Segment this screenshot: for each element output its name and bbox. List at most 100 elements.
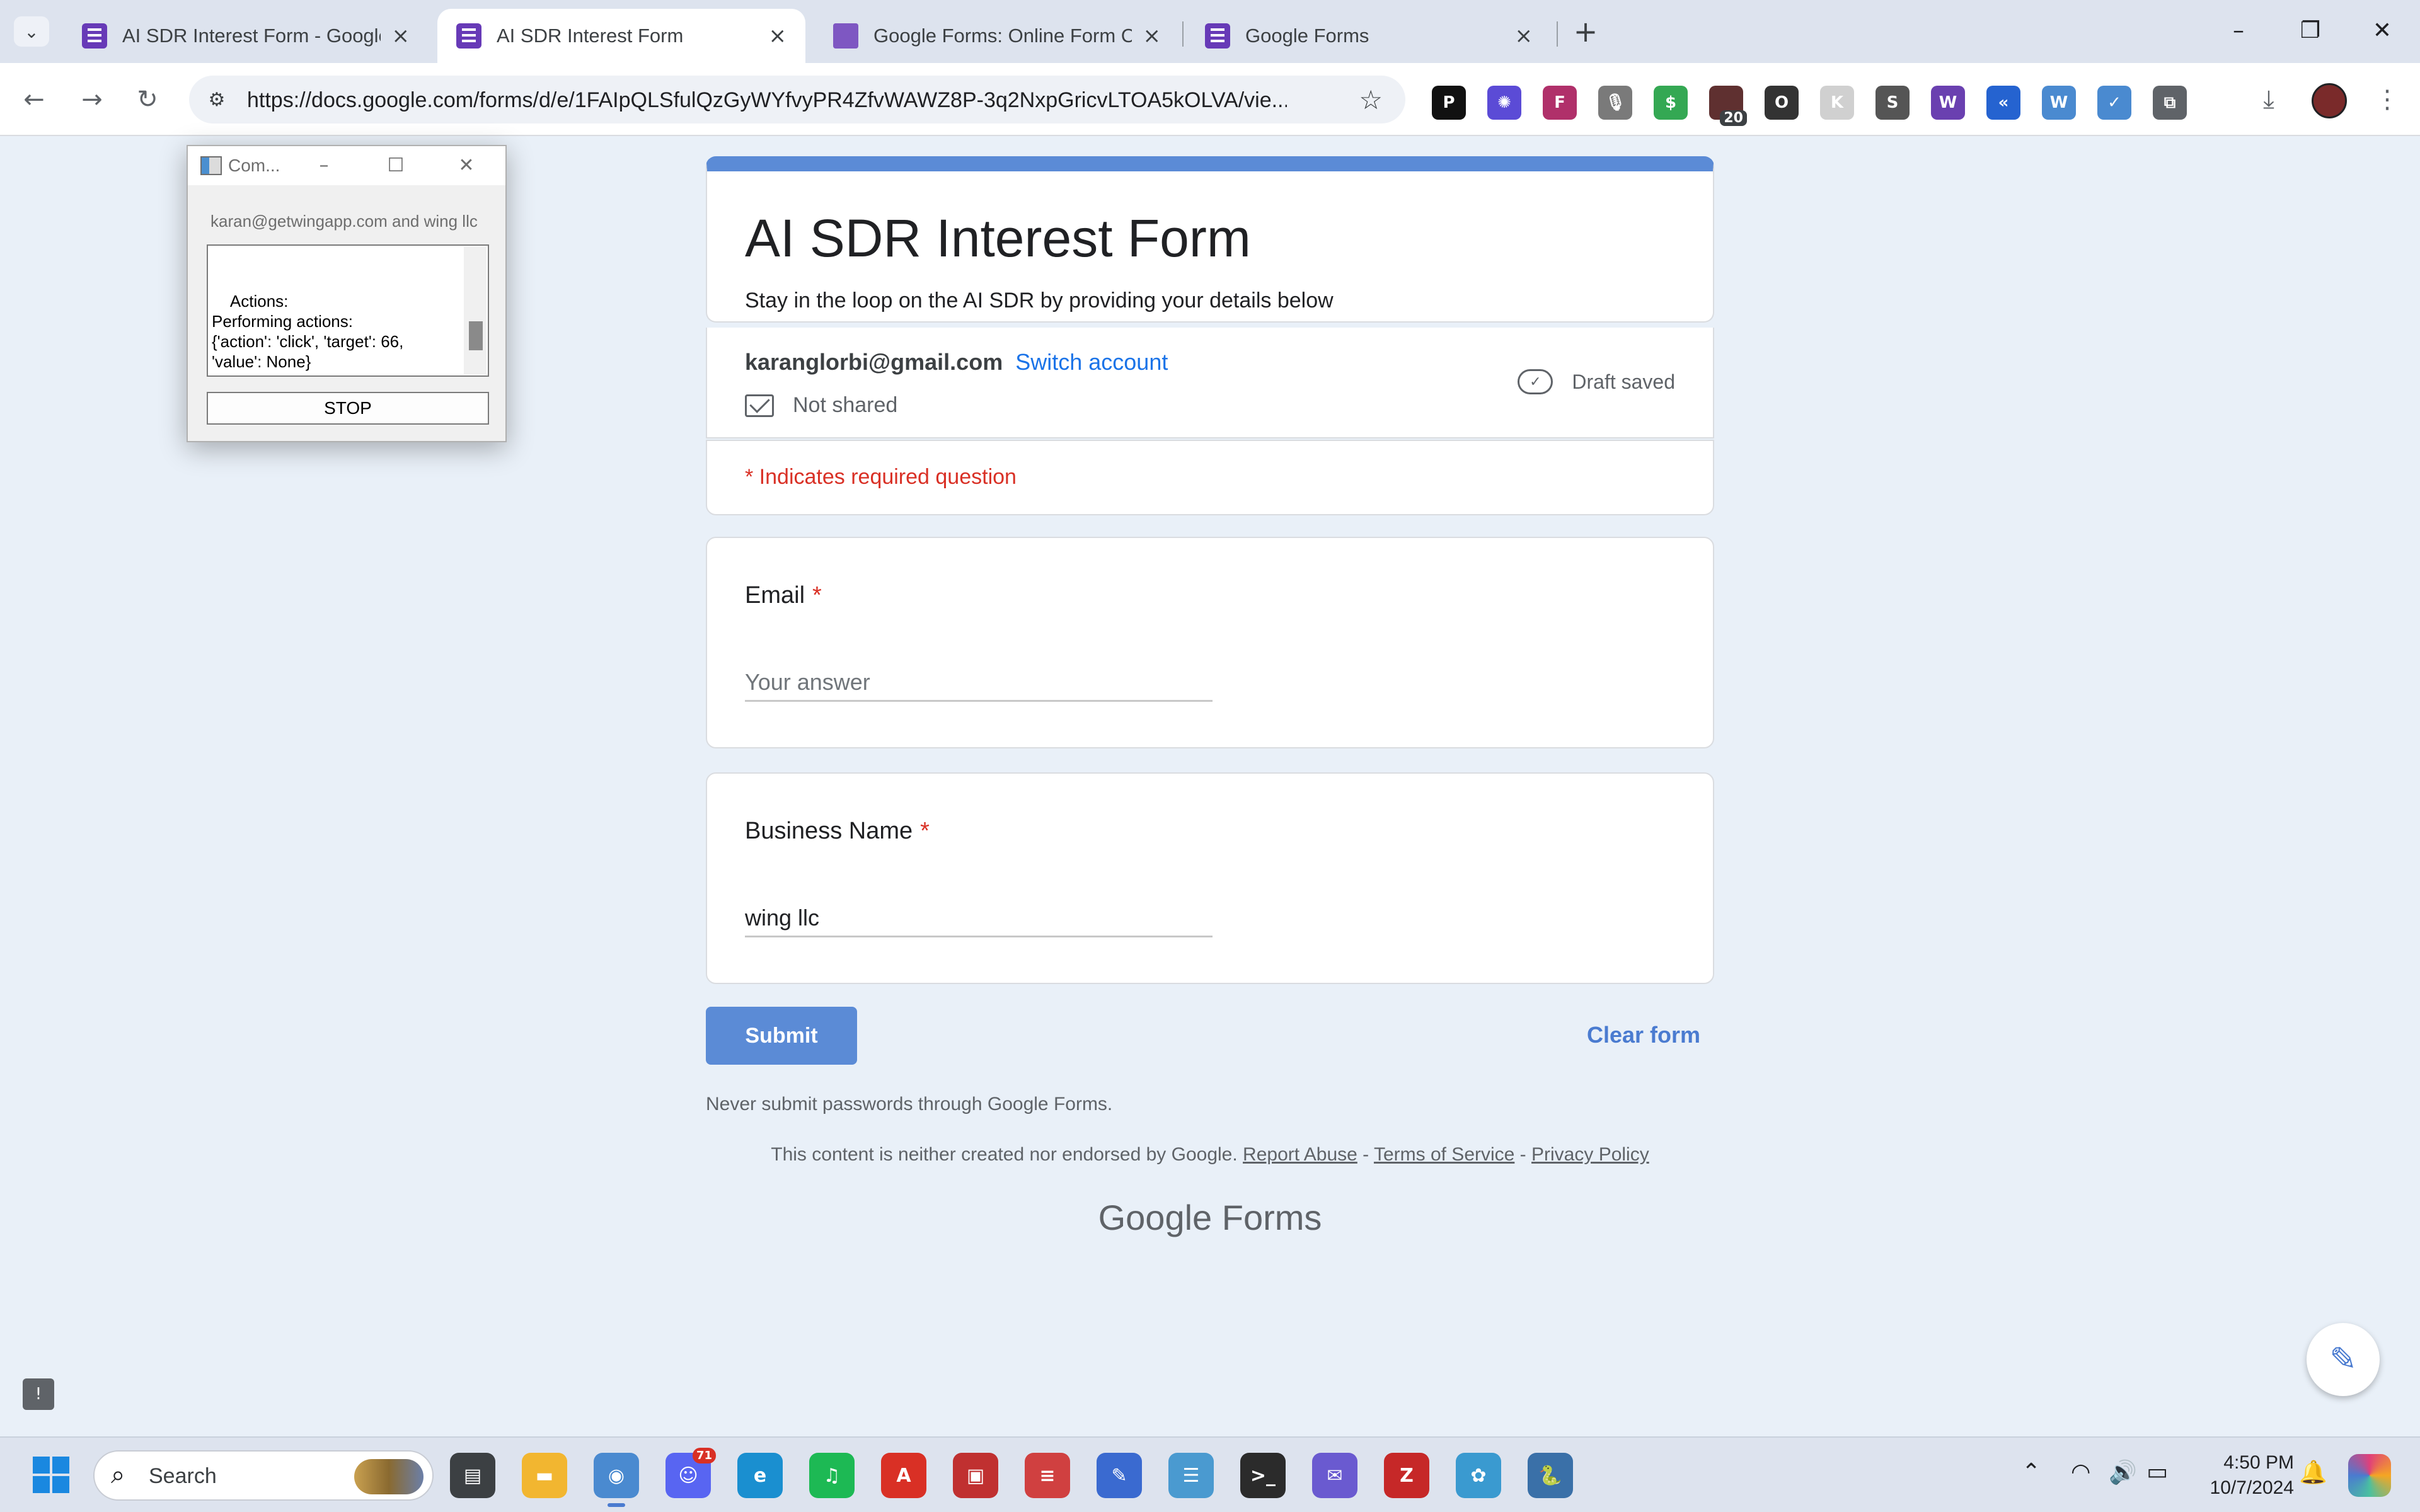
new-tab-button[interactable]: + [1568,14,1603,49]
reload-icon: ↻ [137,85,158,114]
question-label: Business Name * [745,818,930,845]
account-email: karanglorbi@gmail.com [745,349,1003,375]
business-name-field[interactable] [745,900,1213,937]
extension-icon[interactable]: F [1543,86,1577,120]
extension-icon[interactable]: « [1986,86,2020,120]
extension-icon[interactable]: P [1432,86,1466,120]
taskbar-app-acrobat[interactable]: A [881,1453,926,1498]
close-icon[interactable]: × [769,23,787,49]
site-info-icon[interactable]: ⚙ [204,87,229,112]
terms-link[interactable]: Terms of Service [1374,1144,1514,1165]
taskbar-app-app-mixed[interactable]: ✉ [1312,1453,1357,1498]
tab-ai-sdr-form-google[interactable]: AI SDR Interest Form - Google × [63,9,429,63]
notification-bell-icon[interactable]: 🔔 [2299,1459,2327,1486]
extension-icon[interactable]: K [1820,86,1854,120]
question-title: Email [745,582,805,609]
feedback-icon[interactable]: ! [23,1378,54,1410]
maximize-icon[interactable]: ☐ [377,152,415,178]
search-label: Search [149,1464,217,1488]
taskbar-app-app-blue[interactable]: ✎ [1097,1453,1142,1498]
extension-icon[interactable]: ⧉ [2153,86,2187,120]
extension-icon[interactable]: S [1876,86,1910,120]
url-text[interactable]: https://docs.google.com/forms/d/e/1FAIpQ… [247,88,1287,113]
minimize-icon[interactable]: – [305,152,343,178]
taskbar-app-notepad[interactable]: ☰ [1168,1453,1214,1498]
email-field[interactable] [745,664,1213,702]
tab-google-forms-online[interactable]: Google Forms: Online Form Cre × [814,9,1180,63]
taskbar-app-spotify[interactable]: ♫ [809,1453,855,1498]
extension-icon[interactable]: W [2042,86,2076,120]
report-abuse-link[interactable]: Report Abuse [1243,1144,1357,1165]
form-header-card: AI SDR Interest Form Stay in the loop on… [706,156,1714,323]
close-window-button[interactable]: ✕ [2351,11,2414,49]
clock-time: 4:50 PM [2223,1452,2294,1473]
question-title: Business Name [745,818,913,844]
profile-avatar[interactable] [2312,83,2347,118]
taskbar-app-file-explorer[interactable]: ▤ [450,1453,495,1498]
downloads-button[interactable]: ⤓ [2251,82,2286,117]
not-shared-row: Not shared [745,393,897,418]
taskbar-app-discord[interactable]: ☺ 71 [666,1448,716,1498]
wifi-icon[interactable]: ◠ [2071,1459,2090,1485]
privacy-link[interactable]: Privacy Policy [1531,1144,1649,1165]
action-log-text: Actions: Performing actions: {'action': … [212,292,404,375]
command-window-titlebar[interactable]: Com... – ☐ ✕ [188,146,505,185]
action-log[interactable]: Actions: Performing actions: {'action': … [207,244,489,377]
scrollbar-thumb[interactable] [469,321,483,350]
start-button[interactable] [33,1457,69,1493]
taskbar-app-app-red[interactable]: ▣ [953,1453,998,1498]
volume-icon[interactable]: 🔊 [2109,1459,2137,1486]
copilot-icon[interactable] [2348,1454,2391,1497]
taskbar-app-chrome[interactable]: ◉ [594,1453,639,1507]
taskbar-app-python[interactable]: 🐍 [1528,1453,1573,1498]
tab-search-button[interactable]: ⌄ [14,16,49,47]
google-forms-logo[interactable]: Google Forms [706,1197,1714,1238]
battery-icon[interactable]: ▭ [2146,1459,2168,1485]
taskbar-app-paint[interactable]: ✿ [1456,1453,1501,1498]
account-section: karanglorbi@gmail.com Switch account Not… [706,328,1714,438]
extension-icon[interactable]: $ [1654,86,1688,120]
back-button[interactable]: ← [16,82,52,117]
restore-button[interactable]: ❐ [2279,11,2342,49]
required-note: * Indicates required question [745,465,1017,489]
stop-button[interactable]: STOP [207,392,489,425]
form-description: Stay in the loop on the AI SDR by provid… [745,289,1334,312]
close-icon[interactable]: × [392,23,410,49]
taskbar-app-terminal[interactable]: >_ [1240,1453,1286,1498]
switch-account-link[interactable]: Switch account [1015,349,1168,375]
chevron-up-icon[interactable]: ⌃ [2022,1459,2041,1485]
edit-fab-button[interactable]: ✎ [2307,1323,2380,1396]
extension-icon[interactable]: ✺ [1487,86,1521,120]
taskbar-app-edge[interactable]: e [737,1453,783,1498]
taskbar-app-app-red-2[interactable]: ≡ [1025,1453,1070,1498]
tab-google-forms[interactable]: Google Forms × [1186,9,1552,63]
tab-ai-sdr-form-active[interactable]: AI SDR Interest Form × [437,9,805,63]
extension-icon[interactable]: O [1765,86,1799,120]
extension-icon[interactable]: 20 [1709,86,1747,126]
scrollbar[interactable] [464,247,487,374]
close-icon[interactable]: × [1143,23,1161,49]
minimize-button[interactable]: – [2207,11,2270,49]
windows-logo-tile [52,1476,69,1493]
address-bar[interactable]: ⚙ https://docs.google.com/forms/d/e/1FAI… [189,76,1405,123]
never-submit-note: Never submit passwords through Google Fo… [706,1094,1113,1114]
taskbar-search[interactable]: ⌕ Search [93,1450,434,1501]
system-clock[interactable]: 4:50 PM 10/7/2024 [2193,1450,2294,1501]
close-icon[interactable]: ✕ [447,152,485,178]
app-red-icon: ▣ [966,1464,985,1487]
close-icon[interactable]: × [1515,23,1533,49]
extension-icon[interactable]: ✓ [2097,86,2131,120]
extension-icon[interactable]: 🎙 [1598,86,1632,120]
extension-icon[interactable]: W [1931,86,1965,120]
clear-form-button[interactable]: Clear form [1587,1022,1700,1048]
tab-separator [1182,21,1184,47]
taskbar-app-folder[interactable]: ▬ [522,1453,567,1498]
bookmark-star-icon[interactable]: ☆ [1359,84,1383,115]
google-forms-icon [1205,23,1230,49]
browser-menu-button[interactable]: ⋮ [2370,82,2405,117]
file-explorer-icon: ▤ [463,1464,482,1487]
forward-button[interactable]: → [74,82,110,117]
submit-button[interactable]: Submit [706,1007,857,1065]
reload-button[interactable]: ↻ [130,82,165,117]
taskbar-app-filezilla[interactable]: Z [1384,1453,1429,1498]
